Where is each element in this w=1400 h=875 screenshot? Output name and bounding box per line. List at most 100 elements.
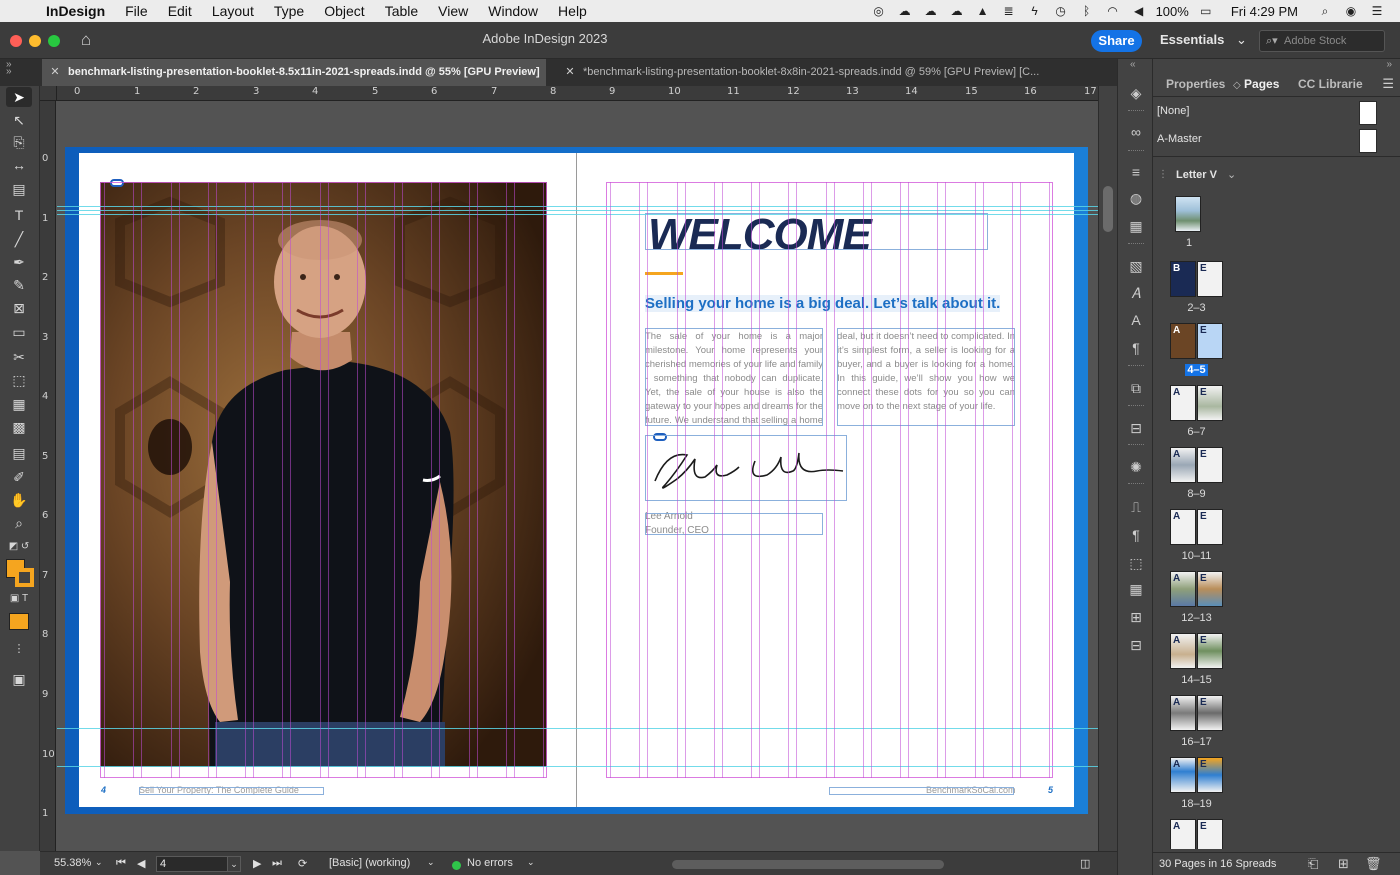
ruler-guide[interactable]: [57, 728, 1098, 729]
ruler-origin[interactable]: [40, 86, 57, 101]
screen-mode-icon[interactable]: ▣: [6, 669, 32, 689]
master-none[interactable]: [None]: [1153, 99, 1400, 127]
panel-menu-icon[interactable]: ☰: [1382, 76, 1394, 92]
spread-6-7[interactable]: A E 6–7: [1153, 385, 1389, 447]
transform-icon[interactable]: ⬚: [1125, 553, 1147, 573]
page-thumbnail[interactable]: A: [1170, 819, 1196, 849]
document-tab-active[interactable]: ✕ benchmark-listing-presentation-booklet-…: [42, 59, 546, 86]
menu-help[interactable]: Help: [548, 0, 597, 22]
pathfinder-icon[interactable]: ⧉: [1125, 378, 1147, 398]
page-thumbnail[interactable]: E: [1197, 509, 1223, 545]
chevron-down-icon[interactable]: ⌄: [227, 856, 241, 872]
collapse-panel-icon[interactable]: »: [6, 66, 12, 77]
horizontal-ruler[interactable]: 0 1 2 3 4 5 6 7 8 9 10 11 12 13 14 15 16…: [57, 86, 1098, 101]
menu-edit[interactable]: Edit: [158, 0, 202, 22]
canvas-horizontal-scrollbar[interactable]: [672, 860, 944, 869]
stack-icon[interactable]: ≣: [1000, 4, 1018, 18]
canvas-vertical-scrollbar[interactable]: [1098, 86, 1117, 851]
ruler-guide[interactable]: [57, 210, 1098, 211]
character-styles-icon[interactable]: 𝐴: [1125, 283, 1147, 303]
spread-4-5[interactable]: A E 4–5: [1153, 323, 1389, 385]
tab-properties[interactable]: Properties: [1166, 77, 1225, 91]
stroke-color-swatch[interactable]: [15, 568, 34, 587]
pages-list[interactable]: 1 B E 2–3 A E 4–5 A E 6–7 A E 8–9 A E 10…: [1153, 189, 1389, 849]
ruler-guide[interactable]: [57, 214, 1098, 215]
delete-page-icon[interactable]: 🗑: [1365, 856, 1382, 872]
page-size-group[interactable]: Letter V ⌄: [1176, 168, 1236, 181]
chevron-down-icon[interactable]: ⌄: [95, 857, 103, 868]
gradient-feather-tool-icon[interactable]: ▩: [6, 417, 32, 437]
wifi-icon[interactable]: ◠: [1104, 4, 1122, 18]
spread-10-11[interactable]: A E 10–11: [1153, 509, 1389, 571]
menu-view[interactable]: View: [428, 0, 478, 22]
volume-icon[interactable]: ◀: [1130, 4, 1148, 18]
page-thumbnail[interactable]: E: [1197, 447, 1223, 483]
split-window-icon[interactable]: ◫: [1080, 857, 1090, 870]
siri-icon[interactable]: ◉: [1342, 4, 1360, 18]
page-thumbnail[interactable]: A: [1170, 323, 1196, 359]
master-thumbnail[interactable]: [1359, 101, 1377, 125]
page-thumbnail[interactable]: A: [1170, 509, 1196, 545]
panel-divider[interactable]: [1153, 156, 1400, 157]
next-page-icon[interactable]: ▶: [253, 857, 261, 870]
zoom-tool-icon[interactable]: ⌕: [6, 513, 32, 533]
scissors-tool-icon[interactable]: ✂: [6, 347, 32, 367]
table-styles-icon[interactable]: ⊞: [1125, 607, 1147, 627]
layers-icon[interactable]: ◈: [1125, 83, 1147, 103]
cell-styles-icon[interactable]: ⊟: [1125, 635, 1147, 655]
page-thumbnail[interactable]: [1175, 196, 1201, 232]
type-tool-icon[interactable]: T: [6, 205, 32, 225]
first-page-icon[interactable]: ⏮: [116, 857, 126, 870]
last-page-icon[interactable]: ⏭: [272, 857, 282, 870]
rectangle-frame-tool-icon[interactable]: ⊠: [6, 298, 32, 318]
rectangle-tool-icon[interactable]: ▭: [6, 322, 32, 342]
battery-icon[interactable]: ▭: [1197, 4, 1215, 18]
vertical-ruler[interactable]: 0 1 2 3 4 5 6 7 8 9 10 1: [40, 101, 56, 851]
spread-20-21[interactable]: A E: [1153, 819, 1389, 849]
preflight-profile[interactable]: [Basic] (working): [329, 857, 410, 869]
previous-page-icon[interactable]: ◀: [137, 857, 145, 870]
page-thumbnail[interactable]: B: [1170, 261, 1196, 297]
edit-page-size-icon[interactable]: ⎗: [1308, 856, 1318, 872]
page-thumbnail[interactable]: A: [1170, 385, 1196, 421]
creative-cloud-icon[interactable]: ◎: [870, 4, 888, 18]
pencil-tool-icon[interactable]: ✎: [6, 275, 32, 295]
swap-fill-stroke-icon[interactable]: ◩ ↺: [6, 537, 32, 557]
zoom-level[interactable]: 55.38%: [54, 857, 91, 869]
spread-12-13[interactable]: A E 12–13: [1153, 571, 1389, 633]
paragraph-styles-icon[interactable]: ▧: [1125, 256, 1147, 276]
control-center-icon[interactable]: ☰: [1368, 4, 1386, 18]
page-thumbnail[interactable]: A: [1170, 571, 1196, 607]
paragraph-icon[interactable]: ¶: [1125, 338, 1147, 358]
page-thumbnail[interactable]: E: [1197, 633, 1223, 669]
open-page-icon[interactable]: ⟳: [298, 857, 307, 870]
share-button[interactable]: Share: [1091, 30, 1142, 52]
menu-window[interactable]: Window: [478, 0, 548, 22]
ruler-guide[interactable]: [57, 766, 1098, 767]
menu-object[interactable]: Object: [314, 0, 374, 22]
direct-selection-tool-icon[interactable]: ↖: [6, 110, 32, 130]
scrollbar-thumb[interactable]: [1103, 186, 1113, 232]
collapse-panels-icon[interactable]: »: [1386, 59, 1392, 70]
menu-table[interactable]: Table: [375, 0, 428, 22]
cloud-icon[interactable]: ☁: [922, 4, 940, 18]
object-styles-icon[interactable]: ¶: [1125, 525, 1147, 545]
page-thumbnail[interactable]: A: [1170, 695, 1196, 731]
grip-icon[interactable]: ⋮: [1158, 169, 1168, 180]
adobe-stock-search-input[interactable]: ⌕▾ Adobe Stock: [1259, 30, 1385, 52]
page-thumbnail[interactable]: E: [1197, 571, 1223, 607]
cloud-icon[interactable]: ☁: [948, 4, 966, 18]
effects-icon[interactable]: ✺: [1125, 457, 1147, 477]
menu-type[interactable]: Type: [264, 0, 314, 22]
spread-18-19[interactable]: A E 18–19: [1153, 757, 1389, 819]
pen-tool-icon[interactable]: ✒: [6, 252, 32, 272]
swatches-icon[interactable]: ◍: [1125, 188, 1147, 208]
cloud-icon[interactable]: ☁: [896, 4, 914, 18]
gap-tool-icon[interactable]: ↔: [6, 155, 32, 175]
fill-stroke-swatch[interactable]: [6, 559, 34, 587]
spread-8-9[interactable]: A E 8–9: [1153, 447, 1389, 509]
new-page-icon[interactable]: ⊞: [1338, 856, 1349, 872]
links-icon[interactable]: ∞: [1125, 122, 1147, 142]
stroke-icon[interactable]: ≡: [1125, 162, 1147, 182]
page-thumbnail[interactable]: E: [1197, 385, 1223, 421]
